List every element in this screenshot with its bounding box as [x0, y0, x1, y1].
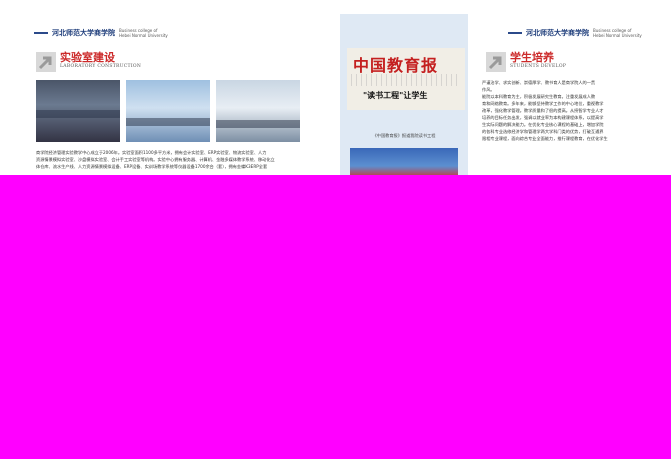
brochure-spread: 河北师范大学商学院 Business college of Hebei Norm… — [0, 0, 671, 459]
newspaper-clipping: 中国教育报 "读书工程"让学生 — [347, 48, 465, 110]
newspaper-columns — [351, 74, 461, 86]
students-paragraph-line: 生实际问题的解决能力。在优化专业核心课程的基础上，增加学院 — [482, 122, 604, 127]
students-section-title: 学生培养 STUDENTS DEVELOP — [486, 52, 566, 72]
event-photo — [350, 148, 458, 178]
students-paragraph-line: 严谨治学、求实创新、崇德厚学、教书育人是商学院人的一贯 — [482, 80, 596, 85]
lab-paragraph-line: 体仓库、流水生产线、人力资源情景模拟设备、ERP设备、实训场教学系统等仪器设备1… — [36, 164, 268, 169]
students-paragraph-line: 作风。 — [482, 87, 495, 92]
students-paragraph-line: 培养的目标任务出发，强调以就业率为本构建课程体系，以提高学 — [482, 115, 604, 120]
lab-title: 实验室建设 — [60, 51, 115, 64]
students-paragraph-line: 能院以本科教育为主，积极发展研究生教育。注重发展成人教 — [482, 94, 596, 99]
diagonal-arrow-icon — [36, 52, 56, 72]
students-paragraph: 严谨治学、求实创新、崇德厚学、教书育人是商学院人的一贯 作风。 能院以本科教育为… — [482, 79, 654, 142]
students-subtitle: STUDENTS DEVELOP — [510, 64, 567, 69]
students-paragraph-line: 的各科专业选修经济学和管理学两大学科门类的优势，打破互通界 — [482, 129, 604, 134]
school-english-line2: Hebei Normal University — [593, 33, 642, 38]
students-title: 学生培养 — [510, 51, 554, 64]
right-header: 河北师范大学商学院 Business college of Hebei Norm… — [508, 28, 642, 38]
lab-subtitle: LABORATORY CONSTRUCTION — [60, 64, 142, 69]
lab-section-title: 实验室建设 LABORATORY CONSTRUCTION — [36, 52, 141, 72]
school-name: 河北师范大学商学院 — [526, 29, 589, 37]
students-paragraph-line: 改革，强化教学管理。教学质量和了很的提高。从授智学专业人才 — [482, 108, 604, 113]
diagonal-arrow-icon — [486, 52, 506, 72]
lab-photo-computer-room — [126, 80, 210, 142]
lab-photos — [36, 80, 300, 142]
school-english-line2: Hebei Normal University — [119, 33, 168, 38]
corrupted-image-region — [0, 175, 671, 459]
lab-paragraph: 商学院经济管理实验教学中心成立于2006年。实验室面积1100多平方米，拥有会计… — [36, 149, 306, 170]
header-rule — [508, 32, 522, 34]
school-name: 河北师范大学商学院 — [52, 29, 115, 37]
lab-photo-equipment — [216, 80, 300, 142]
students-paragraph-line: 育和网络教育。多年来，能够坚持教学工作的中心地位，重视教学 — [482, 101, 604, 106]
left-header: 河北师范大学商学院 Business college of Hebei Norm… — [34, 28, 168, 38]
school-english: Business college of Hebei Normal Univers… — [119, 28, 168, 38]
lab-paragraph-line: 资源情景模拟实验室、沙盘模拟实验室、会计手工实验室等机构。实验中心拥有服务器、计… — [36, 157, 275, 162]
newspaper-caption: 《中国教育报》报道我院读书工程 — [372, 133, 436, 138]
newspaper-headline: "读书工程"让学生 — [363, 91, 428, 100]
lab-paragraph-line: 商学院经济管理实验教学中心成立于2006年。实验室面积1100多平方米，拥有会计… — [36, 150, 267, 155]
header-rule — [34, 32, 48, 34]
lab-photo-classroom — [36, 80, 120, 142]
newspaper-masthead: 中国教育报 — [353, 56, 439, 75]
students-paragraph-line: 限相专业课程，面向综合专业全面能力，推行课程教育，在优化学生 — [482, 136, 608, 141]
school-english: Business college of Hebei Normal Univers… — [593, 28, 642, 38]
